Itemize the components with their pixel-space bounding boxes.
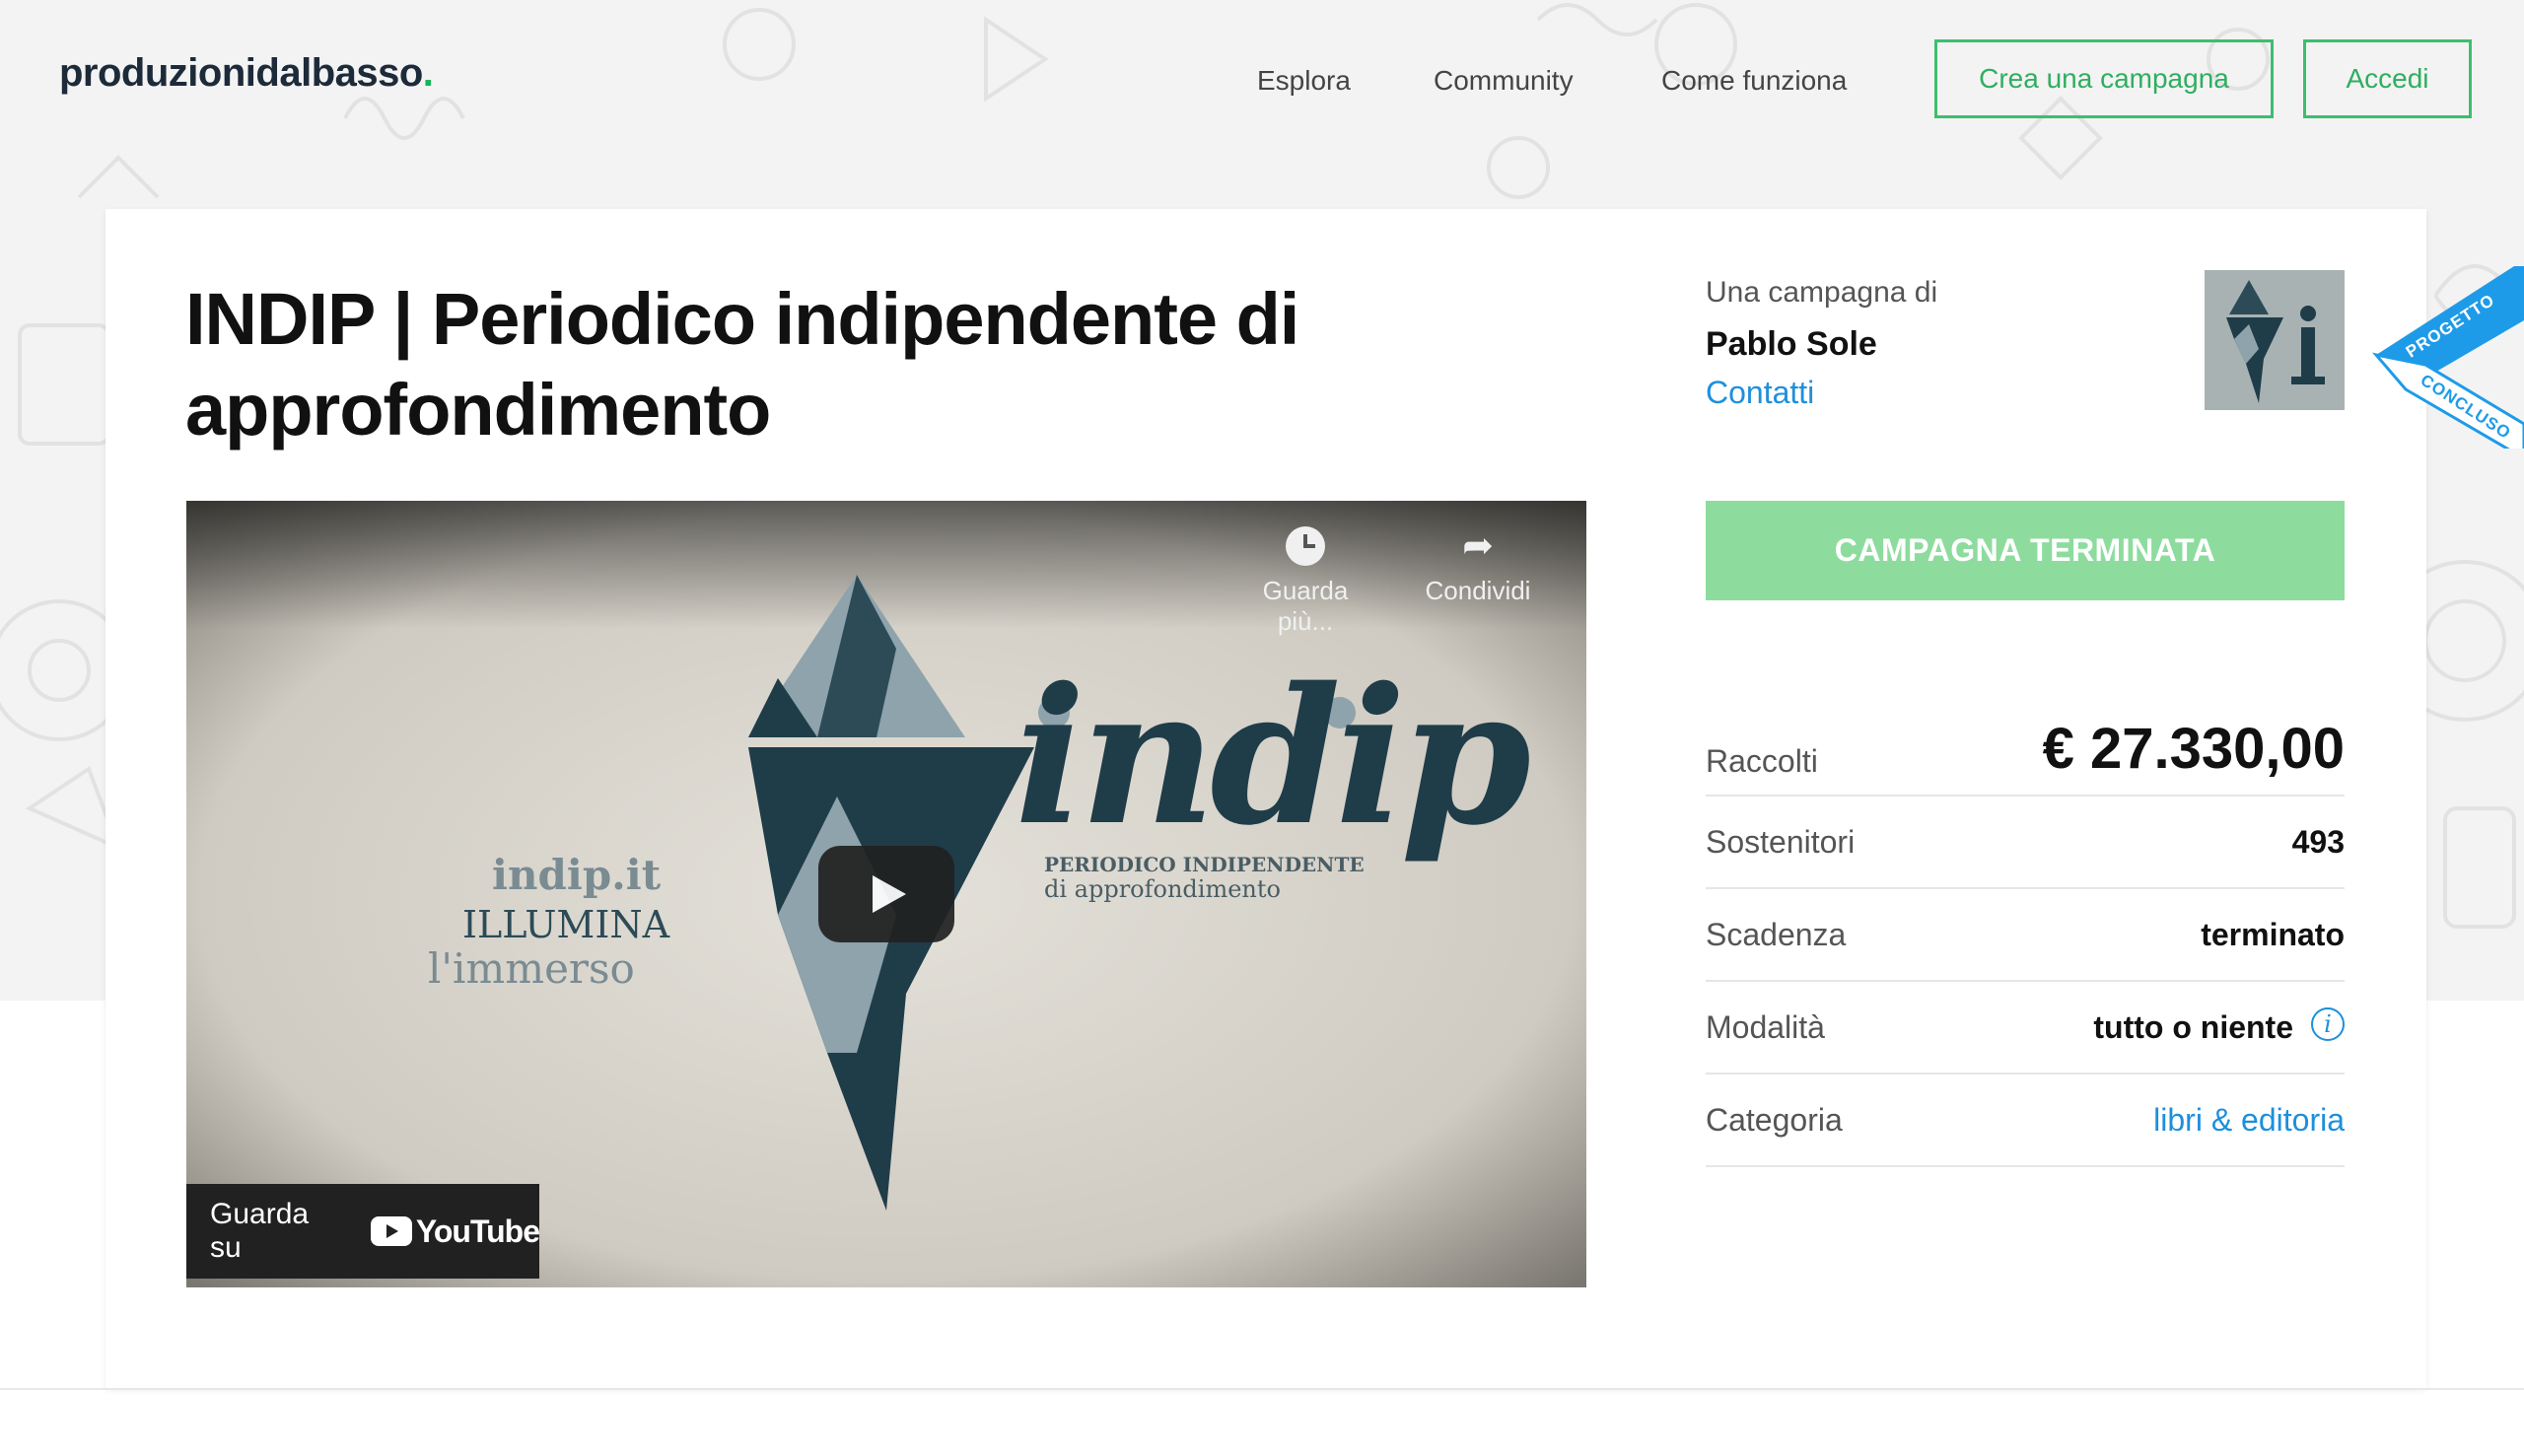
watch-later-control[interactable]: Guarda più...	[1231, 526, 1379, 637]
mode-row: Modalità tutto o niente i	[1706, 982, 2345, 1075]
video-overlay-line1: ILLUMINA	[462, 903, 670, 946]
backers-row: Sostenitori 493	[1706, 797, 2345, 889]
brand-logo[interactable]: produzionidalbasso.	[59, 51, 434, 96]
backers-value: 493	[2291, 824, 2345, 860]
video-overlay-line2: l'immerso	[428, 944, 635, 993]
video-overlay-brand: indip	[1015, 647, 1531, 867]
nav-how-it-works[interactable]: Come funziona	[1661, 65, 1847, 97]
share-label: Condividi	[1425, 576, 1531, 605]
share-icon: ➦	[1462, 525, 1494, 567]
raised-row: Raccolti € 27.330,00	[1706, 712, 2345, 797]
share-control[interactable]: ➦ Condividi	[1414, 526, 1542, 606]
create-campaign-button[interactable]: Crea una campagna	[1934, 39, 2274, 118]
author-avatar[interactable]	[2205, 270, 2345, 410]
deadline-value: terminato	[2201, 917, 2345, 952]
play-button[interactable]	[818, 846, 954, 942]
mode-value: tutto o niente	[2093, 1009, 2293, 1045]
category-link[interactable]: libri & editoria	[2153, 1102, 2345, 1139]
login-button[interactable]: Accedi	[2303, 39, 2472, 118]
deadline-label: Scadenza	[1706, 917, 1847, 952]
youtube-wordmark: YouTube	[415, 1213, 540, 1249]
campaign-ended-button[interactable]: CAMPAGNA TERMINATA	[1706, 501, 2345, 600]
video-overlay-site: indip.it	[492, 851, 662, 899]
contact-link[interactable]: Contatti	[1706, 375, 1814, 411]
video-overlay-sub1: PERIODICO INDIPENDENTE	[1044, 853, 1365, 876]
play-icon	[873, 875, 906, 913]
info-icon[interactable]: i	[2311, 1007, 2345, 1041]
nav-community[interactable]: Community	[1434, 65, 1574, 97]
watch-on-label: Guarda su	[210, 1198, 310, 1264]
campaign-title: INDIP | Periodico indipendente di approf…	[185, 278, 1299, 451]
backers-label: Sostenitori	[1706, 824, 1856, 860]
mode-label: Modalità	[1706, 1009, 1825, 1045]
clock-icon	[1286, 526, 1325, 566]
raised-label: Raccolti	[1706, 743, 1818, 779]
nav-explore[interactable]: Esplora	[1257, 65, 1351, 97]
site-header: produzionidalbasso. Esplora Community Co…	[0, 0, 2524, 158]
watch-on-youtube-button[interactable]: Guarda su YouTube	[186, 1184, 540, 1279]
video-overlay-sub2: di approfondimento	[1044, 875, 1281, 903]
campaign-by-label: Una campagna di	[1706, 276, 1938, 309]
raised-amount: € 27.330,00	[2042, 717, 2345, 781]
category-label: Categoria	[1706, 1102, 1843, 1138]
author-name[interactable]: Pablo Sole	[1706, 325, 1877, 364]
category-row: Categoria libri & editoria	[1706, 1075, 2345, 1167]
youtube-play-icon	[371, 1216, 412, 1246]
project-concluded-ribbon: PROGETTO CONCLUSO	[2366, 251, 2524, 449]
watch-later-label: Guarda più...	[1262, 576, 1349, 636]
section-divider	[0, 1388, 2524, 1390]
deadline-row: Scadenza terminato	[1706, 889, 2345, 982]
